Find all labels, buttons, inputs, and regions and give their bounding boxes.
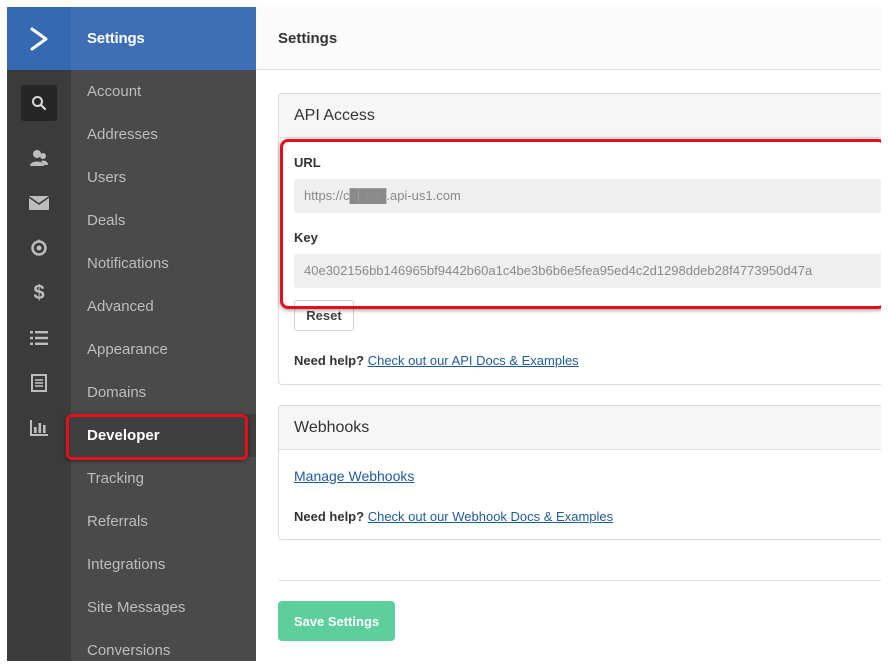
nav-item-account[interactable]: Account: [71, 70, 256, 113]
mail-icon[interactable]: [21, 185, 57, 221]
nav-item-addresses[interactable]: Addresses: [71, 113, 256, 156]
divider: [278, 580, 881, 581]
chevron-right-logo-icon: [30, 27, 48, 50]
developer-highlight-box: [66, 414, 248, 460]
api-access-title: API Access: [279, 94, 881, 138]
webhooks-card: Webhooks Manage Webhooks Need help? Chec…: [278, 405, 881, 540]
api-fields-highlight-box: [280, 139, 881, 309]
icon-rail: $: [7, 7, 71, 661]
nav-item-integrations[interactable]: Integrations: [71, 543, 256, 586]
nav-item-tracking[interactable]: Tracking: [71, 457, 256, 500]
nav-item-deals[interactable]: Deals: [71, 199, 256, 242]
deals-icon[interactable]: $: [21, 275, 57, 311]
api-help-text: Need help? Check out our API Docs & Exam…: [294, 353, 579, 368]
app-window: $ Settings Account Addresses Users Deals…: [7, 7, 881, 661]
nav-item-domains[interactable]: Domains: [71, 371, 256, 414]
save-settings-button[interactable]: Save Settings: [278, 601, 395, 641]
forms-icon[interactable]: [21, 365, 57, 401]
api-docs-link[interactable]: Check out our API Docs & Examples: [368, 353, 579, 368]
manage-webhooks-link[interactable]: Manage Webhooks: [294, 468, 414, 484]
automation-icon[interactable]: [21, 230, 57, 266]
main-content: Settings API Access URL https://c████.ap…: [256, 7, 881, 661]
search-icon[interactable]: [21, 85, 57, 121]
webhooks-title: Webhooks: [279, 406, 881, 450]
webhooks-help-text: Need help? Check out our Webhook Docs & …: [294, 509, 613, 524]
nav-item-advanced[interactable]: Advanced: [71, 285, 256, 328]
api-help-prefix: Need help?: [294, 353, 365, 368]
reports-icon[interactable]: [21, 410, 57, 446]
nav-item-users[interactable]: Users: [71, 156, 256, 199]
nav-item-site-messages[interactable]: Site Messages: [71, 586, 256, 629]
settings-nav: Settings Account Addresses Users Deals N…: [71, 7, 256, 661]
lists-icon[interactable]: [21, 320, 57, 356]
nav-item-notifications[interactable]: Notifications: [71, 242, 256, 285]
page-title: Settings: [256, 7, 881, 70]
nav-item-appearance[interactable]: Appearance: [71, 328, 256, 371]
logo[interactable]: [7, 7, 71, 70]
nav-title: Settings: [71, 7, 256, 70]
webhook-docs-link[interactable]: Check out our Webhook Docs & Examples: [368, 509, 613, 524]
nav-item-conversions[interactable]: Conversions: [71, 629, 256, 661]
webhooks-help-prefix: Need help?: [294, 509, 365, 524]
nav-item-referrals[interactable]: Referrals: [71, 500, 256, 543]
contacts-icon[interactable]: [21, 140, 57, 176]
